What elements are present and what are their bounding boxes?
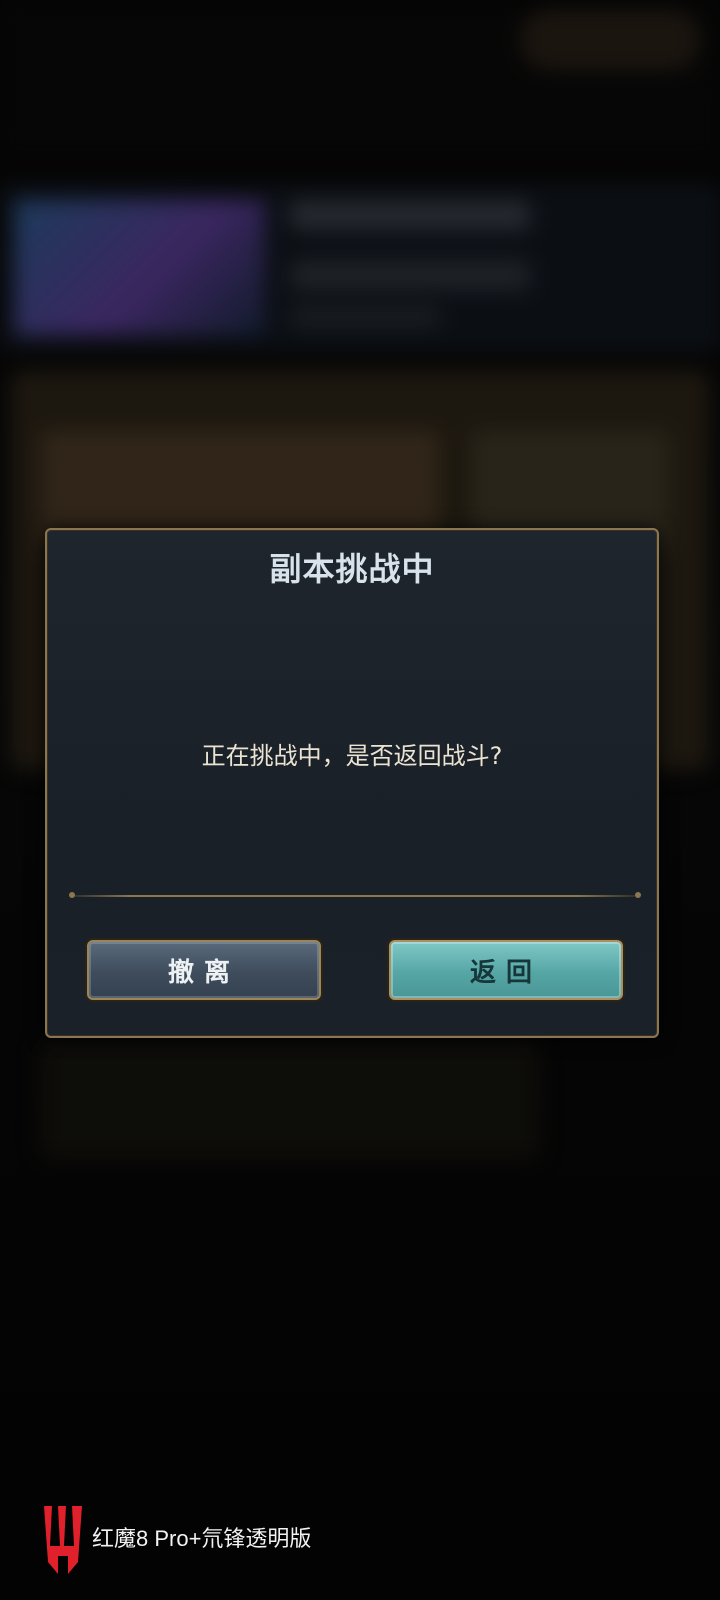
divider-ornament — [69, 892, 75, 898]
withdraw-button[interactable]: 撤离 — [87, 940, 321, 1000]
device-watermark: 红魔8 Pro+氘锋透明版 — [38, 1502, 311, 1578]
dialog-divider — [73, 895, 635, 897]
return-button[interactable]: 返回 — [389, 940, 623, 1000]
dialog-message: 正在挑战中，是否返回战斗? — [201, 742, 503, 770]
watermark-text: 红魔8 Pro+氘锋透明版 — [92, 1526, 312, 1551]
game-screen: 副本挑战中 正在挑战中，是否返回战斗? 撤离 返回 红魔8 Pro+氘锋透明版 — [0, 0, 720, 1600]
dialog-title: 副本挑战中 — [269, 550, 435, 588]
divider-ornament — [635, 892, 641, 898]
dungeon-challenge-dialog: 副本挑战中 正在挑战中，是否返回战斗? 撤离 返回 — [45, 528, 659, 1038]
red-magic-logo-icon — [44, 1506, 82, 1574]
